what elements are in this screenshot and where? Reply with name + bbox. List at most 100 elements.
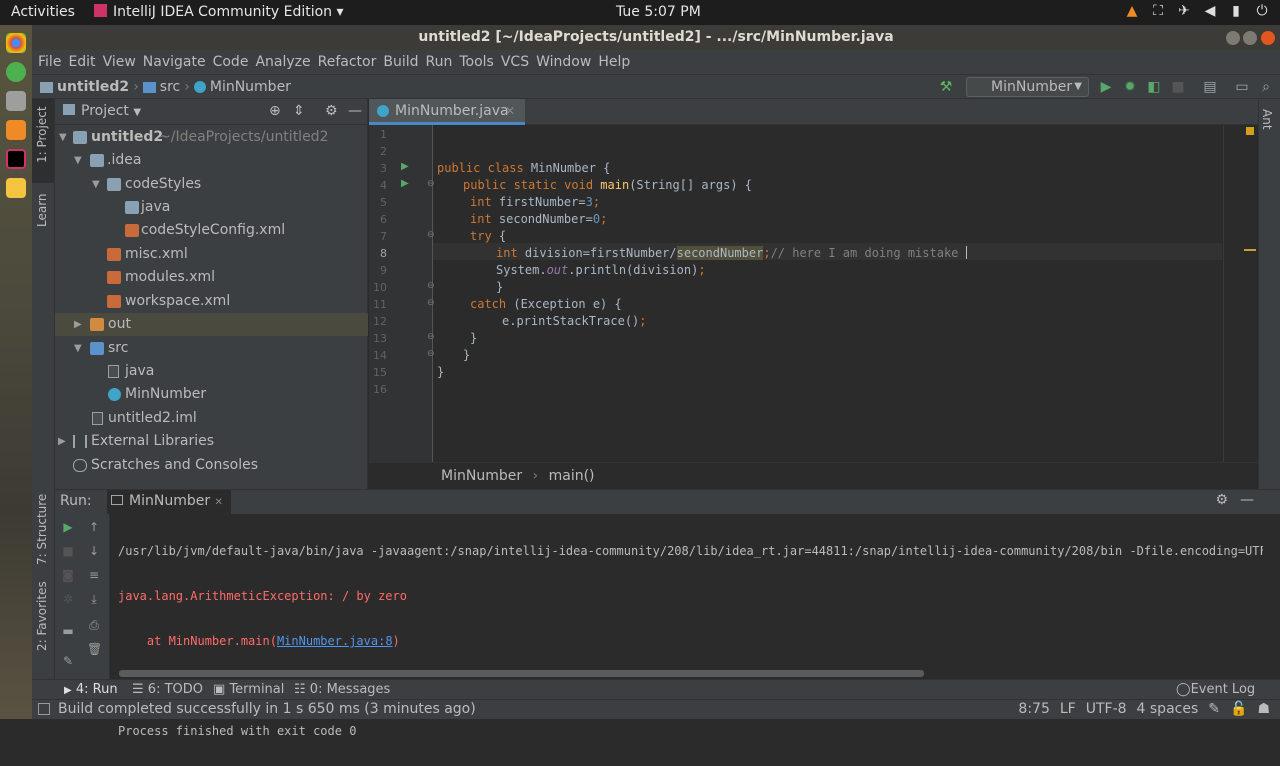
caret-position[interactable]: 8:75	[1018, 701, 1049, 717]
vlc-dock-icon[interactable]	[6, 120, 26, 140]
fold-icon[interactable]: ⊖	[427, 281, 435, 291]
warning-marker[interactable]	[1246, 127, 1254, 135]
crumb-class[interactable]: MinNumber	[210, 79, 291, 95]
tree-item-external-libraries[interactable]: ▶ External Libraries	[55, 430, 368, 453]
print-icon[interactable]: ⎙	[87, 618, 101, 632]
settings-gear-icon[interactable]: ✲	[61, 592, 75, 606]
tab-event-log[interactable]: ◯Event Log	[1176, 682, 1255, 697]
close-tab-icon[interactable]: ✕	[215, 497, 223, 508]
intellij-dock-icon[interactable]	[6, 149, 26, 169]
tab-favorites[interactable]: 2: Favorites	[35, 581, 49, 651]
menu-view[interactable]: View	[103, 54, 136, 70]
files-icon[interactable]	[6, 91, 26, 111]
tab-structure[interactable]: 7: Structure	[35, 494, 49, 565]
tab-run[interactable]: ▶ 4: Run	[64, 682, 118, 697]
terminal-window-icon[interactable]: ▭	[1234, 79, 1250, 95]
line-separator[interactable]: LF	[1060, 701, 1076, 717]
tab-todo[interactable]: ☰ 6: TODO	[132, 682, 203, 697]
fold-icon[interactable]: ⊖	[427, 332, 435, 342]
tree-item-minnumber[interactable]: MinNumber	[55, 383, 368, 406]
tree-item-codestyleconfig[interactable]: codeStyleConfig.xml	[55, 219, 368, 242]
search-everywhere-icon[interactable]: ⌕	[1258, 79, 1274, 95]
tree-item-modules-xml[interactable]: modules.xml	[55, 266, 368, 289]
menu-refactor[interactable]: Refactor	[318, 54, 377, 70]
tab-project[interactable]: 1: Project	[35, 106, 49, 163]
gear-icon[interactable]: ⚙	[325, 99, 338, 124]
status-message[interactable]: Build completed successfully in 1 s 650 …	[58, 701, 476, 717]
tree-item-java[interactable]: java	[55, 196, 368, 219]
gear-icon[interactable]: ⚙	[1215, 492, 1228, 508]
error-stripe-mark[interactable]	[1244, 249, 1256, 251]
maximize-button[interactable]	[1243, 31, 1257, 45]
crumb-project[interactable]: untitled2	[57, 79, 129, 95]
indent-setting[interactable]: 4 spaces	[1137, 701, 1199, 717]
run-tab[interactable]: MinNumber ✕	[107, 490, 231, 514]
activities-button[interactable]: Activities	[11, 4, 75, 20]
locate-icon[interactable]: ⊕	[269, 99, 281, 124]
pin-icon[interactable]: ✎	[61, 654, 75, 668]
close-button[interactable]	[1261, 31, 1275, 45]
fold-icon[interactable]: ⊖	[427, 298, 435, 308]
stop-icon[interactable]: ■	[1170, 79, 1186, 95]
console-output[interactable]: /usr/lib/jvm/default-java/bin/java -java…	[118, 516, 1278, 766]
fold-icon[interactable]: ⊖	[427, 230, 435, 240]
tab-terminal[interactable]: ▣ Terminal	[213, 682, 284, 697]
app-menu[interactable]: IntelliJ IDEA Community Edition ▾	[94, 4, 344, 20]
menu-help[interactable]: Help	[598, 54, 630, 70]
build-hammer-icon[interactable]: ⚒	[938, 79, 954, 95]
tree-item-workspace-xml[interactable]: workspace.xml	[55, 290, 368, 313]
inspector-icon[interactable]: ☗	[1257, 701, 1270, 717]
code-area[interactable]: 1 2 3 4 5 6 7 8 9 10 11 12 13 14 15 16 ▶…	[369, 125, 1258, 462]
fold-icon[interactable]: ⊖	[427, 179, 435, 189]
project-view-selector[interactable]: Project ▼	[63, 103, 141, 119]
text-editor-icon[interactable]	[6, 178, 26, 198]
hide-panel-icon[interactable]: —	[1240, 492, 1254, 508]
tab-messages[interactable]: ☷ 0: Messages	[294, 682, 390, 697]
vlc-icon[interactable]: ▲	[1124, 3, 1140, 19]
tree-item-java-file[interactable]: java	[55, 360, 368, 383]
tree-item-src[interactable]: ▼ src	[55, 337, 368, 360]
vcs-icon[interactable]: ✎	[1208, 701, 1220, 717]
airplane-icon[interactable]: ✈	[1176, 3, 1192, 19]
stop-icon[interactable]: ■	[61, 544, 75, 558]
chrome-icon[interactable]	[6, 33, 26, 53]
scroll-up-icon[interactable]: ↑	[87, 520, 101, 534]
run-gutter-icon[interactable]: ▶	[401, 161, 409, 172]
horizontal-scrollbar[interactable]	[119, 670, 924, 677]
rerun-icon[interactable]: ▶	[61, 520, 75, 534]
run-configuration-select[interactable]: MinNumber ▼	[966, 77, 1089, 97]
tree-item-iml[interactable]: untitled2.iml	[55, 407, 368, 430]
tree-item-scratches[interactable]: Scratches and Consoles	[55, 454, 368, 477]
volume-icon[interactable]: ◀	[1202, 3, 1218, 19]
camera-icon[interactable]: ◙	[61, 568, 75, 582]
menu-vcs[interactable]: VCS	[501, 54, 529, 70]
power-icon[interactable]: ⏻	[1254, 3, 1270, 19]
menu-navigate[interactable]: Navigate	[143, 54, 206, 70]
tree-item-out[interactable]: ▶ out	[55, 313, 368, 336]
soft-wrap-icon[interactable]: ≡	[87, 568, 101, 582]
scroll-to-end-icon[interactable]: ⤓	[87, 592, 101, 606]
close-tab-icon[interactable]: ✕	[505, 99, 515, 123]
crumb-src[interactable]: src	[160, 79, 180, 95]
battery-icon[interactable]: ▮	[1228, 3, 1244, 19]
minimize-button[interactable]	[1226, 31, 1240, 45]
run-gutter-icon[interactable]: ▶	[401, 178, 409, 189]
hide-panel-icon[interactable]: —	[348, 99, 362, 124]
toggle-tool-windows-icon[interactable]	[38, 703, 50, 715]
fold-icon[interactable]: ⊖	[427, 349, 435, 359]
tree-item-codestyles[interactable]: ▼ codeStyles	[55, 173, 368, 196]
layout-icon[interactable]: ▬	[61, 624, 75, 638]
coverage-icon[interactable]: ◧	[1146, 79, 1162, 95]
menu-build[interactable]: Build	[383, 54, 418, 70]
editor-tab-minnumber[interactable]: MinNumber.java ✕	[369, 99, 525, 125]
tree-item-misc-xml[interactable]: misc.xml	[55, 243, 368, 266]
scroll-down-icon[interactable]: ↓	[87, 544, 101, 558]
stack-frame-link[interactable]: MinNumber.java:8	[277, 634, 393, 648]
tab-learn[interactable]: Learn	[35, 193, 49, 227]
menu-code[interactable]: Code	[213, 54, 249, 70]
menu-window[interactable]: Window	[536, 54, 591, 70]
menu-file[interactable]: File	[38, 54, 61, 70]
crumb-method[interactable]: main()	[549, 468, 595, 484]
file-encoding[interactable]: UTF-8	[1086, 701, 1127, 717]
crumb-class[interactable]: MinNumber	[441, 468, 522, 484]
